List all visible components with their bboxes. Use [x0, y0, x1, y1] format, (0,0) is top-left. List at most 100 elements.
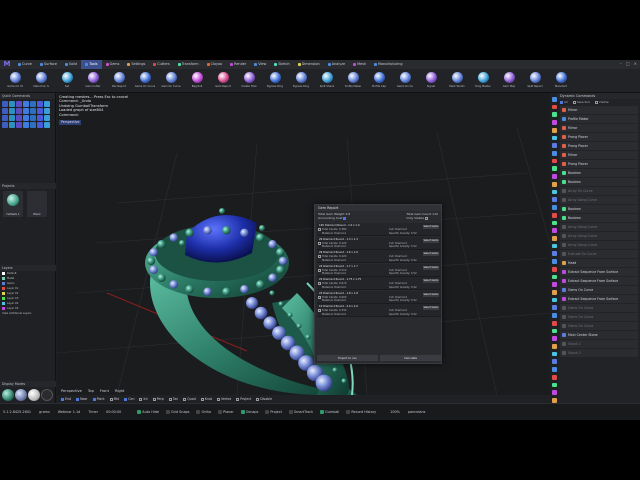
viewport-tab[interactable]: Right	[115, 389, 124, 393]
menu-tab[interactable]: Dimension	[294, 60, 324, 69]
osnap-option[interactable]: Project	[236, 397, 251, 401]
toolbar-button[interactable]: Manufact	[548, 69, 574, 93]
select-gems-button[interactable]: Select Gems	[423, 238, 439, 243]
vertical-tool-icon[interactable]	[551, 135, 557, 141]
menu-tab[interactable]: Curve	[14, 60, 36, 69]
dynamic-command-item[interactable]: Gems On Curve	[560, 313, 638, 321]
status-toggle[interactable]: Project	[265, 410, 282, 414]
vertical-tool-icon[interactable]	[551, 374, 557, 380]
menu-tab[interactable]: Cutters	[149, 60, 173, 69]
toolbar-button[interactable]: Gems On St	[2, 69, 28, 93]
gem-row-checkbox[interactable]	[318, 282, 321, 285]
osnap-option[interactable]: Cen	[124, 397, 134, 401]
menu-tab[interactable]: Manufacturing	[370, 60, 407, 69]
vertical-tool-icon[interactable]	[551, 212, 557, 218]
vertical-tool-icon[interactable]	[551, 305, 557, 311]
status-toggle[interactable]: Record History	[346, 410, 376, 414]
layer-color-swatch[interactable]	[2, 282, 5, 285]
osnap-option[interactable]: Tan	[168, 397, 178, 401]
osnap-option[interactable]: Disable	[256, 397, 272, 401]
quick-command-icon[interactable]	[9, 108, 15, 114]
quick-command-icon[interactable]	[44, 108, 50, 114]
select-gems-button[interactable]: Select Gems	[423, 252, 439, 256]
dynamic-command-item[interactable]: Gems On Curve	[560, 322, 638, 330]
filter-visible-checkbox[interactable]	[594, 100, 598, 104]
vertical-tool-icon[interactable]	[551, 320, 557, 326]
vertical-tool-icon[interactable]	[551, 382, 557, 388]
toolbar-button[interactable]: Signet	[418, 69, 444, 93]
quick-command-icon[interactable]	[44, 101, 50, 107]
project-thumbnail[interactable]: Halfsets 1	[3, 191, 23, 217]
layer-color-swatch[interactable]	[2, 277, 5, 280]
vertical-tool-icon[interactable]	[551, 127, 557, 133]
dynamic-command-item[interactable]: Extrude On Curve	[560, 250, 638, 258]
viewport-tab[interactable]: Perspective	[61, 389, 82, 393]
gem-row-checkbox[interactable]	[318, 241, 321, 245]
vertical-tool-icon[interactable]	[551, 351, 557, 357]
dynamic-command-item[interactable]: Head	[560, 259, 638, 267]
menu-tab[interactable]: View	[250, 60, 270, 69]
accounting-cost-toggle[interactable]	[343, 216, 347, 220]
vertical-tool-icon[interactable]	[551, 143, 557, 149]
vertical-tool-icon[interactable]	[551, 228, 557, 233]
status-toggle[interactable]: SmartTrack	[288, 410, 313, 414]
osnap-checkbox[interactable]	[200, 397, 204, 401]
quick-command-icon[interactable]	[16, 122, 22, 128]
dynamic-command-item[interactable]: Boolean	[560, 169, 638, 177]
vertical-tool-icon[interactable]	[551, 205, 557, 210]
osnap-checkbox[interactable]	[168, 397, 172, 401]
vertical-tool-icon[interactable]	[551, 120, 557, 125]
toolbar-button[interactable]: Cabochon G	[28, 69, 54, 93]
vertical-tool-icon[interactable]	[551, 328, 557, 334]
dynamic-command-item[interactable]: Extract Sequence From Surface	[560, 277, 638, 285]
vertical-tool-icon[interactable]	[551, 104, 557, 110]
gem-row-checkbox[interactable]	[318, 295, 321, 299]
toolbar-button[interactable]: Gem Map	[496, 69, 522, 93]
select-gems-button[interactable]: Select Gems	[423, 265, 439, 270]
dynamic-command-item[interactable]: Main Center Stone	[560, 331, 638, 339]
dynamic-command-item[interactable]: Boolean	[560, 178, 638, 186]
toolbar-button[interactable]: Bypass Ring	[288, 69, 314, 93]
dynamic-command-item[interactable]: Mirror	[560, 124, 638, 132]
menu-tab[interactable]: Mesh	[349, 60, 370, 69]
quick-command-icon[interactable]	[30, 101, 36, 107]
view-additional-layers-link[interactable]: View Additional Layers	[0, 311, 56, 316]
status-toggle[interactable]: Osnaps	[240, 410, 258, 414]
dynamic-command-item[interactable]: Array Along Curve	[560, 241, 638, 249]
layer-color-swatch[interactable]	[2, 292, 5, 295]
quick-command-icon[interactable]	[23, 115, 29, 121]
vertical-tool-icon[interactable]	[551, 259, 557, 264]
dynamic-command-item[interactable]: Extract Sequence From Surface	[560, 295, 638, 303]
viewport-tab[interactable]: Top	[88, 389, 94, 393]
vertical-tool-icon[interactable]	[551, 359, 557, 365]
quick-command-icon[interactable]	[37, 122, 43, 128]
osnap-checkbox[interactable]	[217, 397, 221, 401]
menu-tab[interactable]: Surface	[36, 60, 61, 69]
quick-command-icon[interactable]	[16, 108, 22, 114]
vertical-tool-icon[interactable]	[551, 274, 557, 280]
osnap-checkbox[interactable]	[236, 397, 240, 401]
quick-command-icon[interactable]	[44, 115, 50, 121]
quick-command-icon[interactable]	[2, 108, 8, 114]
quick-command-icon[interactable]	[9, 115, 15, 121]
dynamic-command-item[interactable]: Gems On Curve	[560, 286, 638, 294]
quick-command-icon[interactable]	[2, 122, 8, 128]
quick-command-icon[interactable]	[23, 108, 29, 114]
perspective-viewport[interactable]: Creating meshes... Press Esc to cancel Co…	[57, 93, 550, 395]
layer-color-swatch[interactable]	[2, 287, 5, 290]
toolbar-button[interactable]: Bypass Ring	[262, 69, 288, 93]
layer-color-swatch[interactable]	[2, 272, 5, 275]
vertical-tool-icon[interactable]	[551, 166, 557, 172]
quick-command-icon[interactable]	[2, 101, 8, 107]
toolbar-button[interactable]: Set	[54, 69, 80, 93]
quick-command-icon[interactable]	[9, 101, 15, 107]
filter-all-checkbox[interactable]	[560, 100, 563, 104]
gem-row-checkbox[interactable]	[318, 255, 321, 258]
quick-command-icon[interactable]	[37, 101, 43, 107]
toolbar-button[interactable]: Mark Studio	[444, 69, 470, 93]
osnap-checkbox[interactable]	[61, 397, 64, 401]
vertical-tool-icon[interactable]	[551, 282, 557, 287]
vertical-tool-icon[interactable]	[551, 97, 557, 102]
osnap-checkbox[interactable]	[152, 397, 156, 401]
toolbar-button[interactable]: Split Report	[522, 69, 548, 93]
